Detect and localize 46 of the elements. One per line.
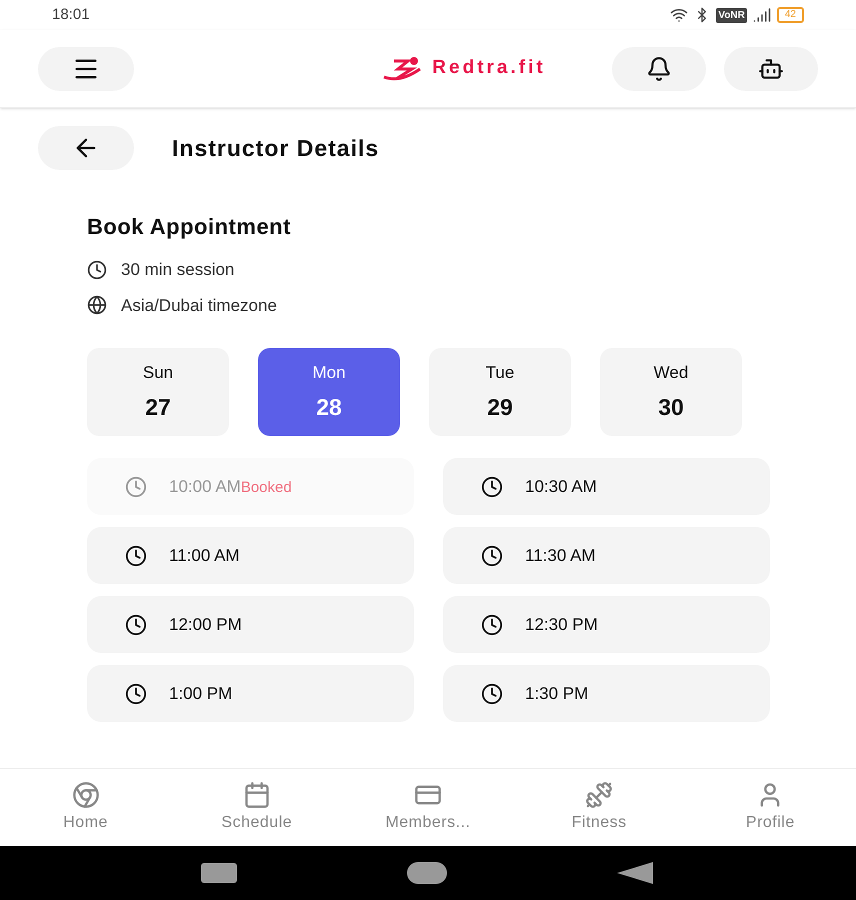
clock-icon (481, 544, 503, 566)
time-slot-button[interactable]: 12:30 PM (443, 596, 770, 653)
clock-icon (125, 614, 147, 636)
day-button[interactable]: Sun 27 (87, 348, 229, 436)
time-slot-button[interactable]: 1:30 PM (443, 665, 770, 722)
nav-tab[interactable]: Profile (695, 780, 846, 834)
time-slot-button[interactable]: 1:00 PM (87, 665, 414, 722)
globe-icon (87, 295, 107, 316)
nav-tab[interactable]: Members... (352, 780, 503, 834)
status-time: 18:01 (52, 4, 90, 25)
time-slot-button[interactable]: 12:00 PM (87, 596, 414, 653)
clock-icon (481, 682, 503, 704)
calendar-icon (242, 780, 271, 808)
timezone-text: Asia/Dubai timezone (121, 294, 277, 316)
logo-text: Redtra.fit (432, 56, 546, 80)
hotspot-icon (670, 6, 688, 24)
menu-button[interactable] (38, 46, 134, 90)
nav-tab[interactable]: Fitness (524, 780, 674, 834)
dumbbell-icon (585, 780, 614, 808)
time-slot-button[interactable]: 10:30 AM (443, 458, 770, 515)
back-triangle-icon[interactable] (617, 862, 655, 884)
clock-icon (125, 544, 147, 566)
clock-icon (481, 614, 503, 636)
clock-icon (125, 682, 147, 704)
bot-button[interactable] (724, 46, 818, 90)
nav-tab[interactable]: Schedule (182, 780, 332, 834)
section-title: Book Appointment (87, 213, 292, 241)
battery-indicator: 42 (776, 7, 804, 23)
back-button[interactable] (38, 126, 134, 170)
home-button[interactable] (407, 862, 447, 884)
bell-icon (646, 56, 672, 82)
network-badge: VoNR (716, 8, 747, 22)
clock-icon (87, 260, 107, 280)
day-button[interactable]: Mon 28 (258, 348, 400, 436)
day-button[interactable]: Tue 29 (429, 348, 571, 436)
time-slot-button[interactable]: 11:00 AM (87, 527, 414, 584)
clock-icon (125, 476, 147, 498)
clock-icon (481, 476, 503, 498)
day-button[interactable]: Wed 30 (600, 348, 742, 436)
signal-icon (752, 6, 771, 24)
circle-logo-icon (72, 780, 100, 808)
time-slot-button[interactable]: 11:30 AM (443, 527, 770, 584)
session-duration: 30 min session (121, 259, 234, 281)
nav-tab[interactable]: Home (10, 780, 161, 834)
notifications-button[interactable] (612, 46, 706, 90)
page-title: Instructor Details (172, 134, 380, 163)
